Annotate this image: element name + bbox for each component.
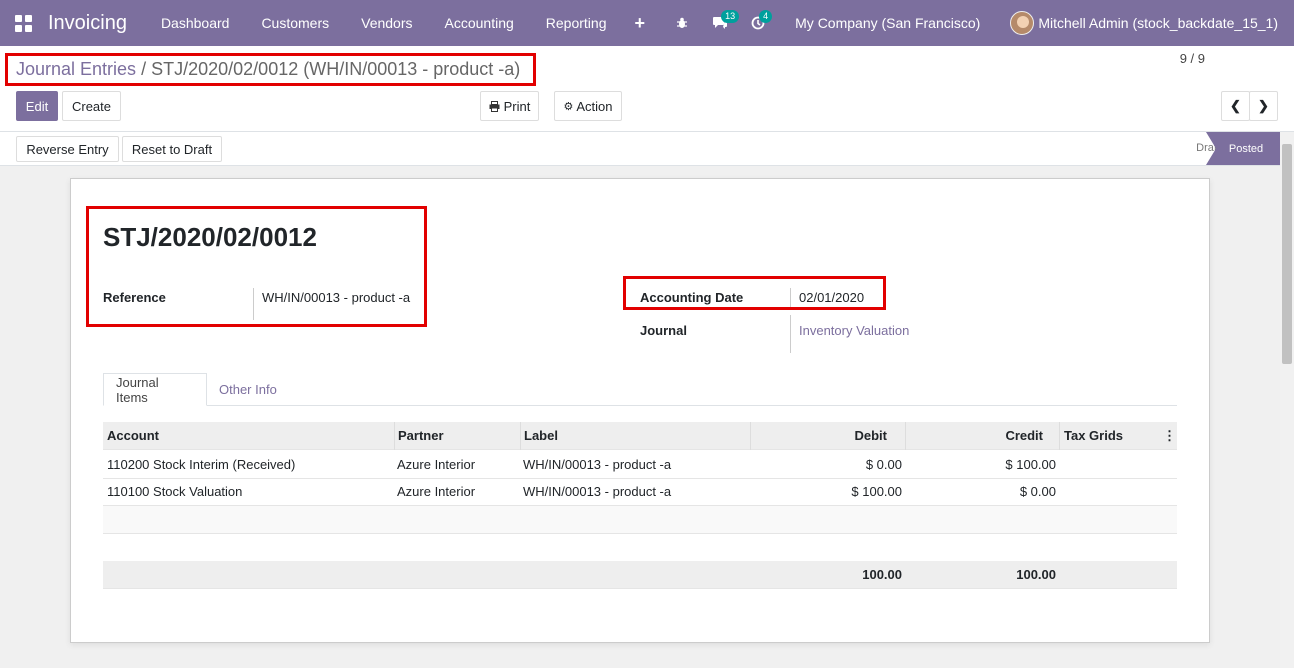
cell-partner: Azure Interior xyxy=(397,457,476,472)
tab-journal-items[interactable]: Journal Items xyxy=(103,373,207,406)
plus-icon[interactable]: + xyxy=(622,13,657,34)
scrollbar[interactable] xyxy=(1280,132,1294,668)
header-credit[interactable]: Credit xyxy=(906,422,1060,450)
menu-customers[interactable]: Customers xyxy=(245,15,345,31)
cell-debit: $ 100.00 xyxy=(851,484,902,499)
apps-menu-icon[interactable] xyxy=(0,0,46,46)
action-label: Action xyxy=(576,98,613,114)
highlight-box-entry xyxy=(86,206,427,327)
header-partner[interactable]: Partner xyxy=(395,422,521,450)
bug-icon[interactable] xyxy=(667,17,697,29)
pager-value[interactable]: 9 / 9 xyxy=(1180,51,1205,66)
cell-account: 110100 Stock Valuation xyxy=(107,484,243,499)
highlight-box-breadcrumb xyxy=(5,53,536,86)
header-account[interactable]: Account xyxy=(107,422,395,450)
status-posted[interactable]: Posted xyxy=(1206,132,1280,165)
print-label: Print xyxy=(503,98,531,114)
table-header: Account Partner Label Debit Credit Tax G… xyxy=(103,422,1177,450)
empty-row xyxy=(103,534,1177,562)
action-button[interactable]: ⚙ Action xyxy=(554,91,622,121)
messages-icon[interactable]: 13 xyxy=(705,10,740,30)
user-menu[interactable]: Mitchell Admin (stock_backdate_15_1) xyxy=(1038,15,1278,31)
menu-dashboard[interactable]: Dashboard xyxy=(145,15,246,31)
table-row[interactable]: 110200 Stock Interim (Received) Azure In… xyxy=(103,451,1177,479)
create-button[interactable]: Create xyxy=(62,91,121,121)
app-brand[interactable]: Invoicing xyxy=(48,12,127,35)
highlight-box-date xyxy=(623,276,886,310)
edit-button[interactable]: Edit xyxy=(16,91,58,121)
gear-icon: ⚙ xyxy=(563,100,574,113)
cell-debit: $ 0.00 xyxy=(865,457,902,472)
table-row[interactable]: 110100 Stock Valuation Azure Interior WH… xyxy=(103,478,1177,506)
chevron-left-icon: ❮ xyxy=(1230,98,1241,113)
messages-count-badge: 13 xyxy=(721,10,740,23)
chevron-right-icon: ❯ xyxy=(1258,98,1269,113)
menu-accounting[interactable]: Accounting xyxy=(429,15,530,31)
company-switcher[interactable]: My Company (San Francisco) xyxy=(795,15,980,31)
top-navbar: Invoicing Dashboard Customers Vendors Ac… xyxy=(0,0,1294,46)
cell-partner: Azure Interior xyxy=(397,484,476,499)
cell-label: WH/IN/00013 - product -a xyxy=(523,484,672,499)
reset-to-draft-button[interactable]: Reset to Draft xyxy=(122,136,222,162)
reverse-entry-button[interactable]: Reverse Entry xyxy=(16,136,119,162)
cell-credit: $ 100.00 xyxy=(1005,457,1056,472)
total-debit: 100.00 xyxy=(862,567,902,582)
menu-reporting[interactable]: Reporting xyxy=(530,15,623,31)
cell-label: WH/IN/00013 - product -a xyxy=(523,457,672,472)
user-avatar[interactable] xyxy=(1010,11,1035,35)
header-debit[interactable]: Debit xyxy=(751,422,906,450)
journal-label: Journal xyxy=(640,323,687,338)
print-icon xyxy=(489,100,500,112)
menu-vendors[interactable]: Vendors xyxy=(345,15,428,31)
notebook-tabs: Journal Items Other Info xyxy=(103,373,1177,406)
journal-value[interactable]: Inventory Valuation xyxy=(790,315,909,353)
cell-account: 110200 Stock Interim (Received) xyxy=(107,457,296,472)
print-button[interactable]: Print xyxy=(480,91,539,121)
pager-next-button[interactable]: ❯ xyxy=(1249,91,1278,121)
activities-count-badge: 4 xyxy=(759,10,773,23)
table-footer-totals: 100.00 100.00 xyxy=(103,561,1177,589)
tab-other-info[interactable]: Other Info xyxy=(207,373,289,406)
scrollbar-thumb[interactable] xyxy=(1282,144,1292,364)
cell-credit: $ 0.00 xyxy=(1019,484,1056,499)
activities-clock-icon[interactable]: 4 xyxy=(743,10,773,30)
pager-previous-button[interactable]: ❮ xyxy=(1221,91,1250,121)
header-label[interactable]: Label xyxy=(521,422,751,450)
column-options-icon[interactable]: ⋮ xyxy=(1163,422,1177,450)
total-credit: 100.00 xyxy=(1016,567,1056,582)
empty-row xyxy=(103,506,1177,534)
header-tax-grids[interactable]: Tax Grids xyxy=(1060,422,1160,450)
